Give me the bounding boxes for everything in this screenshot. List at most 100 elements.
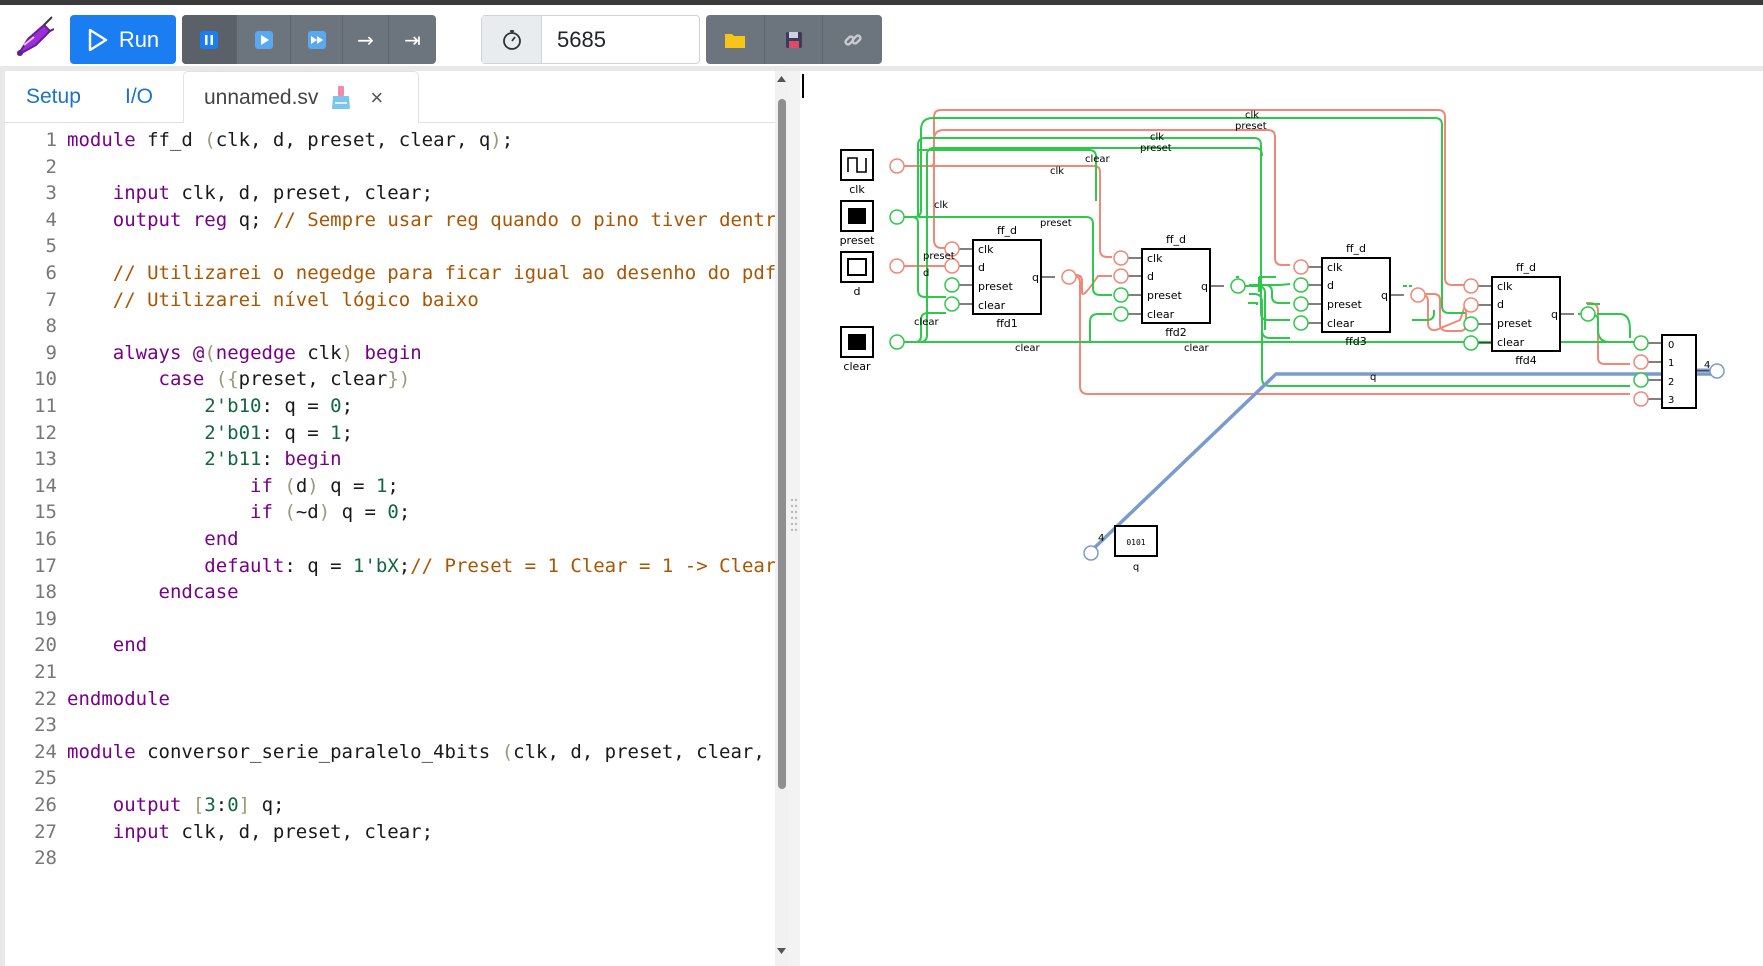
code-line[interactable]: 15 if (~d) q = 0; <box>5 497 775 527</box>
code-line[interactable]: 7 // Utilizarei nível lógico baixo <box>5 285 775 315</box>
pin-connector[interactable] <box>1709 363 1725 379</box>
pin-connector[interactable] <box>1463 278 1479 294</box>
code-line[interactable]: 2 <box>5 152 775 182</box>
pin-connector[interactable] <box>1463 335 1479 351</box>
ff-type-label: ff_d <box>1166 233 1186 246</box>
circuit-pane[interactable]: clk preset d clear ff_d clk d preset clear q f… <box>800 71 1763 966</box>
code-line[interactable]: 17 default: q = 1'bX;// Preset = 1 Clear… <box>5 551 775 581</box>
ff-instance-name: ffd1 <box>996 317 1018 330</box>
save-button[interactable] <box>765 15 823 64</box>
line-number: 21 <box>34 661 57 683</box>
arrow-right-icon: → <box>357 27 374 52</box>
clean-brush-icon <box>332 85 351 109</box>
pin-connector[interactable] <box>1633 391 1649 407</box>
code-line[interactable]: 18 endcase <box>5 577 775 607</box>
pane-splitter[interactable] <box>788 71 800 966</box>
code-text: module conversor_serie_paralelo_4bits (c… <box>67 740 775 763</box>
pin-connector[interactable] <box>1463 297 1479 313</box>
code-line[interactable]: 19 <box>5 604 775 634</box>
pause-icon <box>200 30 218 49</box>
pin-connector[interactable] <box>1410 287 1426 303</box>
code-line[interactable]: 14 if (d) q = 1; <box>5 471 775 501</box>
code-editor[interactable]: 1 module ff_d (clk, d, preset, clear, q);… <box>5 123 775 966</box>
bus-input-0: 0 <box>1668 340 1674 351</box>
open-file-button[interactable] <box>706 15 765 64</box>
pin-connector[interactable] <box>889 334 905 350</box>
pin-connector[interactable] <box>944 277 960 293</box>
ff-port-preset: preset <box>978 280 1014 293</box>
pin-connector[interactable] <box>1230 278 1246 294</box>
editor-scrollbar[interactable] <box>775 71 788 966</box>
code-line[interactable]: 22 endmodule <box>5 684 775 714</box>
pin-connector[interactable] <box>889 258 905 274</box>
pin-connector[interactable] <box>1633 372 1649 388</box>
line-number: 25 <box>34 767 57 790</box>
pin-connector[interactable] <box>1061 269 1077 285</box>
ff-port-clk: clk <box>1147 252 1163 265</box>
tab-setup[interactable]: Setup <box>26 71 81 123</box>
pin-connector[interactable] <box>889 209 905 225</box>
code-line[interactable]: 21 <box>5 657 775 687</box>
pause-button[interactable] <box>182 15 237 64</box>
code-line[interactable]: 8 <box>5 311 775 341</box>
code-line[interactable]: 13 2'b11: begin <box>5 444 775 474</box>
stopwatch-icon <box>482 16 542 63</box>
ff-type-label: ff_d <box>1516 261 1536 274</box>
step-end-button[interactable]: ⇥ <box>389 15 436 64</box>
line-number: 5 <box>45 235 57 258</box>
pin-connector[interactable] <box>1633 354 1649 370</box>
code-line[interactable]: 20 end <box>5 630 775 660</box>
pin-connector[interactable] <box>1083 545 1099 561</box>
ff-port-q: q <box>1551 308 1558 321</box>
code-line[interactable]: 16 end <box>5 524 775 554</box>
pin-connector[interactable] <box>944 296 960 312</box>
code-line[interactable]: 28 <box>5 843 775 873</box>
code-line[interactable]: 27 input clk, d, preset, clear; <box>5 817 775 847</box>
code-line[interactable]: 4 output reg q; // Sempre usar reg quand… <box>5 205 775 235</box>
code-line[interactable]: 12 2'b01: q = 1; <box>5 418 775 448</box>
tick-counter[interactable]: 5685 <box>481 15 700 64</box>
code-line[interactable]: 9 always @(negedge clk) begin <box>5 338 775 368</box>
wire-label-clk-top: clk <box>1245 110 1259 121</box>
pin-connector[interactable] <box>1293 259 1309 275</box>
tab-io[interactable]: I/O <box>125 71 153 123</box>
code-line[interactable]: 10 case ({preset, clear}) <box>5 364 775 394</box>
pin-connector[interactable] <box>1293 296 1309 312</box>
ff-port-preset: preset <box>1327 298 1363 311</box>
pin-connector[interactable] <box>889 158 905 174</box>
wire-label-clear-1: clear <box>1085 154 1111 165</box>
run-button[interactable]: Run <box>70 15 176 64</box>
tab-file[interactable]: unnamed.sv × <box>183 71 419 124</box>
code-line[interactable]: 6 // Utilizarei o negedge para ficar igu… <box>5 258 775 288</box>
play-button[interactable] <box>237 15 291 64</box>
ff-type-label: ff_d <box>997 224 1017 237</box>
pin-connector[interactable] <box>1113 268 1129 284</box>
code-text: endmodule <box>67 687 170 710</box>
code-line[interactable]: 24 module conversor_serie_paralelo_4bits … <box>5 737 775 767</box>
pin-connector[interactable] <box>1293 315 1309 331</box>
share-link-button[interactable] <box>823 15 882 64</box>
circuit-diagram[interactable]: clk preset d clear ff_dclkdpresetclearqf… <box>800 71 1763 966</box>
code-line[interactable]: 26 output [3:0] q; <box>5 790 775 820</box>
code-line[interactable]: 25 <box>5 763 775 793</box>
pin-connector[interactable] <box>1113 287 1129 303</box>
code-line[interactable]: 23 <box>5 710 775 740</box>
fast-forward-button[interactable] <box>291 15 343 64</box>
close-tab-icon[interactable]: × <box>370 85 383 111</box>
pin-connector[interactable] <box>1293 277 1309 293</box>
pin-connector[interactable] <box>1580 306 1596 322</box>
code-line[interactable]: 5 <box>5 231 775 261</box>
step-button[interactable]: → <box>343 15 389 64</box>
code-line[interactable]: 11 2'b10: q = 0; <box>5 391 775 421</box>
bus-width-label: 4 <box>1704 360 1710 371</box>
line-number: 12 <box>34 421 57 444</box>
code-line[interactable]: 3 input clk, d, preset, clear; <box>5 178 775 208</box>
tick-value[interactable]: 5685 <box>542 16 699 63</box>
pin-connector[interactable] <box>1463 316 1479 332</box>
pin-connector[interactable] <box>1113 306 1129 322</box>
code-line[interactable]: 1 module ff_d (clk, d, preset, clear, q); <box>5 125 775 155</box>
input-label-clear: clear <box>843 360 871 373</box>
pin-connector[interactable] <box>1113 250 1129 266</box>
editor-scroll-thumb[interactable] <box>778 99 786 789</box>
pin-connector[interactable] <box>1633 335 1649 351</box>
